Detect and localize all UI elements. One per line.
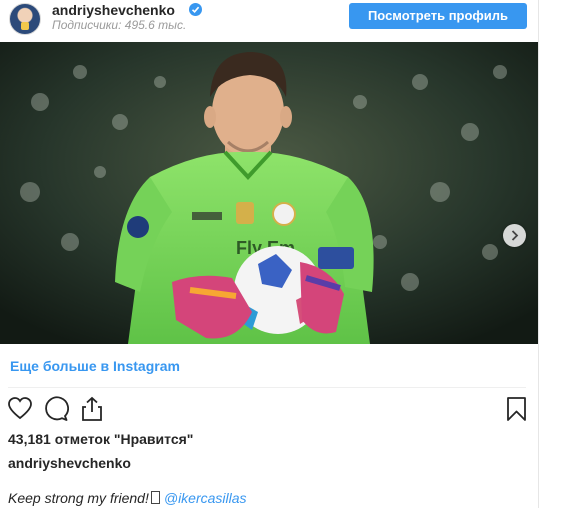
caption: Keep strong my friend! @ikercasillas — [8, 490, 247, 506]
bookmark-button[interactable] — [504, 396, 530, 422]
goalkeeper-photo: Fly Em — [0, 42, 538, 344]
view-profile-button[interactable]: Посмотреть профиль — [349, 3, 527, 29]
likes-count[interactable]: 43,181 отметок "Нравится" — [8, 431, 193, 447]
heart-icon — [8, 397, 32, 420]
comment-button[interactable] — [43, 396, 69, 422]
post-header: andriyshevchenko Подписчики: 495.6 тыс. … — [0, 0, 538, 40]
mention-link[interactable]: @ikercasillas — [164, 490, 247, 506]
instagram-embed: andriyshevchenko Подписчики: 495.6 тыс. … — [0, 0, 539, 508]
verified-badge-icon — [189, 3, 202, 16]
divider — [8, 387, 526, 388]
share-icon — [82, 396, 102, 421]
carousel-next-button[interactable] — [503, 224, 526, 247]
username-link[interactable]: andriyshevchenko — [52, 2, 175, 18]
avatar[interactable] — [9, 3, 41, 35]
like-button[interactable] — [7, 396, 33, 422]
share-button[interactable] — [79, 396, 105, 422]
more-on-instagram-link[interactable]: Еще больше в Instagram — [10, 357, 180, 375]
followers-count: Подписчики: 495.6 тыс. — [52, 18, 187, 32]
caption-username[interactable]: andriyshevchenko — [8, 455, 131, 471]
emoji-glyph — [150, 491, 160, 504]
comment-icon — [45, 396, 69, 421]
avatar-crest — [21, 22, 29, 30]
bookmark-icon — [507, 397, 526, 421]
chevron-right-icon — [511, 230, 519, 241]
post-image[interactable]: Fly Em — [0, 42, 538, 344]
caption-text: Keep strong my friend! — [8, 490, 149, 506]
